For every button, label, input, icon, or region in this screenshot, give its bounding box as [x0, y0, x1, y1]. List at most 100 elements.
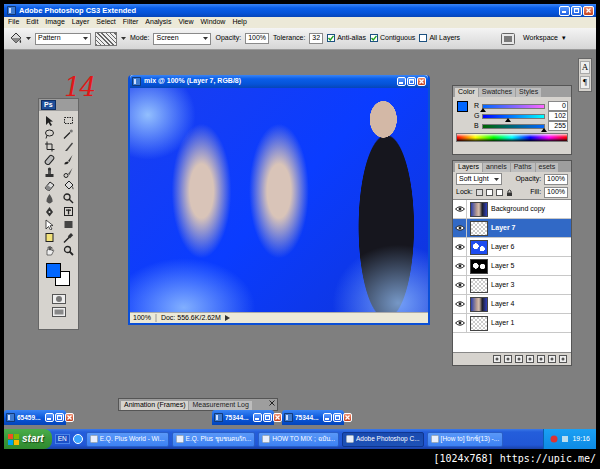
menu-item[interactable]: Image [45, 18, 64, 26]
pattern-picker[interactable] [95, 32, 126, 46]
menu-item[interactable]: View [178, 18, 193, 26]
tool-button[interactable] [40, 205, 58, 217]
channel-value-field[interactable]: 0 [548, 101, 568, 111]
checkbox[interactable] [327, 34, 335, 42]
channel-value-field[interactable]: 255 [548, 121, 568, 131]
tool-button[interactable] [59, 127, 77, 139]
quick-launch-button[interactable] [73, 434, 83, 444]
visibility-toggle[interactable] [453, 295, 467, 314]
dock-button[interactable]: ¶ [580, 76, 590, 89]
minimize-button[interactable] [253, 413, 262, 422]
panel-tab[interactable]: Styles [516, 88, 541, 97]
layer-action-button[interactable] [504, 355, 512, 363]
taskbar-item[interactable]: E.Q. Plus World - Wi... [86, 432, 169, 447]
panel-tab[interactable]: Swatches [479, 88, 515, 97]
close-button[interactable] [417, 77, 426, 86]
panel-tab[interactable]: Color [455, 88, 478, 97]
channel-value-field[interactable]: 102 [548, 111, 568, 121]
app-logo[interactable]: Ps [41, 100, 56, 110]
tool-button[interactable] [40, 179, 58, 191]
document-window[interactable]: mix @ 100% (Layer 7, RGB/8)100%Doc: 556.… [128, 75, 430, 325]
menu-item[interactable]: Filter [123, 18, 139, 26]
layer-action-button[interactable] [537, 355, 545, 363]
lock-button[interactable] [496, 189, 503, 196]
panel-tab[interactable]: esets [536, 163, 559, 172]
layer-action-button[interactable] [559, 355, 567, 363]
layer-row[interactable]: Layer 7 [453, 219, 571, 238]
tool-button[interactable] [40, 127, 58, 139]
maximize-button[interactable] [263, 413, 272, 422]
tool-button[interactable] [40, 153, 58, 165]
option-checkbox[interactable]: Anti-alias [327, 34, 366, 42]
taskbar-item[interactable]: HOW TO MIX ; ฉบับ... [258, 432, 339, 447]
quick-mask-button[interactable] [52, 294, 66, 304]
panel-tab[interactable]: Paths [511, 163, 535, 172]
slider-thumb[interactable] [541, 128, 547, 132]
mode-dropdown[interactable]: Screen [153, 33, 211, 45]
tool-button[interactable] [40, 231, 58, 243]
fill-source-dropdown[interactable]: Pattern [35, 33, 91, 45]
tool-button[interactable] [59, 179, 77, 191]
dock-button[interactable]: A [580, 61, 590, 74]
color-mini-swatch[interactable] [457, 101, 468, 112]
minimized-window[interactable]: 65459... [4, 410, 66, 425]
menu-item[interactable]: Layer [72, 18, 90, 26]
layer-row[interactable]: Layer 4 [453, 295, 571, 314]
panel-tab[interactable]: Measurement Log [189, 401, 251, 410]
panel-tab[interactable]: annels [483, 163, 510, 172]
menu-item[interactable]: Help [232, 18, 246, 26]
layer-action-button[interactable] [515, 355, 523, 363]
checkbox[interactable] [419, 34, 427, 42]
tool-button[interactable] [40, 114, 58, 126]
menu-item[interactable]: Select [96, 18, 115, 26]
panel-close-button[interactable] [269, 400, 275, 410]
close-button[interactable] [583, 6, 594, 16]
foreground-color-swatch[interactable] [46, 263, 61, 278]
lock-button[interactable] [506, 189, 513, 196]
tool-button[interactable] [59, 192, 77, 204]
slider-thumb[interactable] [505, 118, 511, 122]
visibility-toggle[interactable] [453, 238, 467, 257]
visibility-toggle[interactable] [453, 257, 467, 276]
layer-row[interactable]: Background copy [453, 200, 571, 219]
layer-action-button[interactable] [548, 355, 556, 363]
close-button[interactable] [65, 413, 74, 422]
tool-button[interactable] [59, 153, 77, 165]
color-spectrum[interactable] [456, 133, 568, 142]
layer-row[interactable]: Layer 1 [453, 314, 571, 333]
taskbar-item[interactable]: [How to] มิกซ์(13) -... [427, 432, 504, 447]
screen-mode-button[interactable] [52, 307, 66, 317]
tool-button[interactable] [59, 218, 77, 230]
visibility-toggle[interactable] [453, 276, 467, 295]
maximize-button[interactable] [55, 413, 64, 422]
start-button[interactable]: start [4, 429, 52, 449]
layer-action-button[interactable] [493, 355, 501, 363]
tool-button[interactable] [59, 231, 77, 243]
maximize-button[interactable] [407, 77, 416, 86]
opacity-field[interactable]: 100% [245, 33, 269, 44]
menu-item[interactable]: Analysis [145, 18, 171, 26]
menu-item[interactable]: Edit [26, 18, 38, 26]
minimize-button[interactable] [45, 413, 54, 422]
close-button[interactable] [343, 413, 352, 422]
minimize-button[interactable] [397, 77, 406, 86]
panel-tab[interactable]: Animation (Frames) [121, 401, 188, 410]
maximize-button[interactable] [333, 413, 342, 422]
layer-action-button[interactable] [526, 355, 534, 363]
tool-button[interactable] [40, 244, 58, 256]
tool-button[interactable] [59, 166, 77, 178]
maximize-button[interactable] [571, 6, 582, 16]
workspace-button[interactable]: Workspace▾ [519, 34, 570, 42]
visibility-toggle[interactable] [453, 314, 467, 333]
minimized-window[interactable]: 75344... [282, 410, 344, 425]
minimize-button[interactable] [323, 413, 332, 422]
layer-opacity-field[interactable]: 100% [544, 174, 568, 185]
minimize-button[interactable] [559, 6, 570, 16]
lock-button[interactable] [486, 189, 493, 196]
option-checkbox[interactable]: Contiguous [370, 34, 415, 42]
tool-button[interactable] [59, 244, 77, 256]
tool-button[interactable] [40, 140, 58, 152]
layer-row[interactable]: Layer 5 [453, 257, 571, 276]
visibility-toggle[interactable] [453, 219, 467, 238]
option-checkbox[interactable]: All Layers [419, 34, 460, 42]
